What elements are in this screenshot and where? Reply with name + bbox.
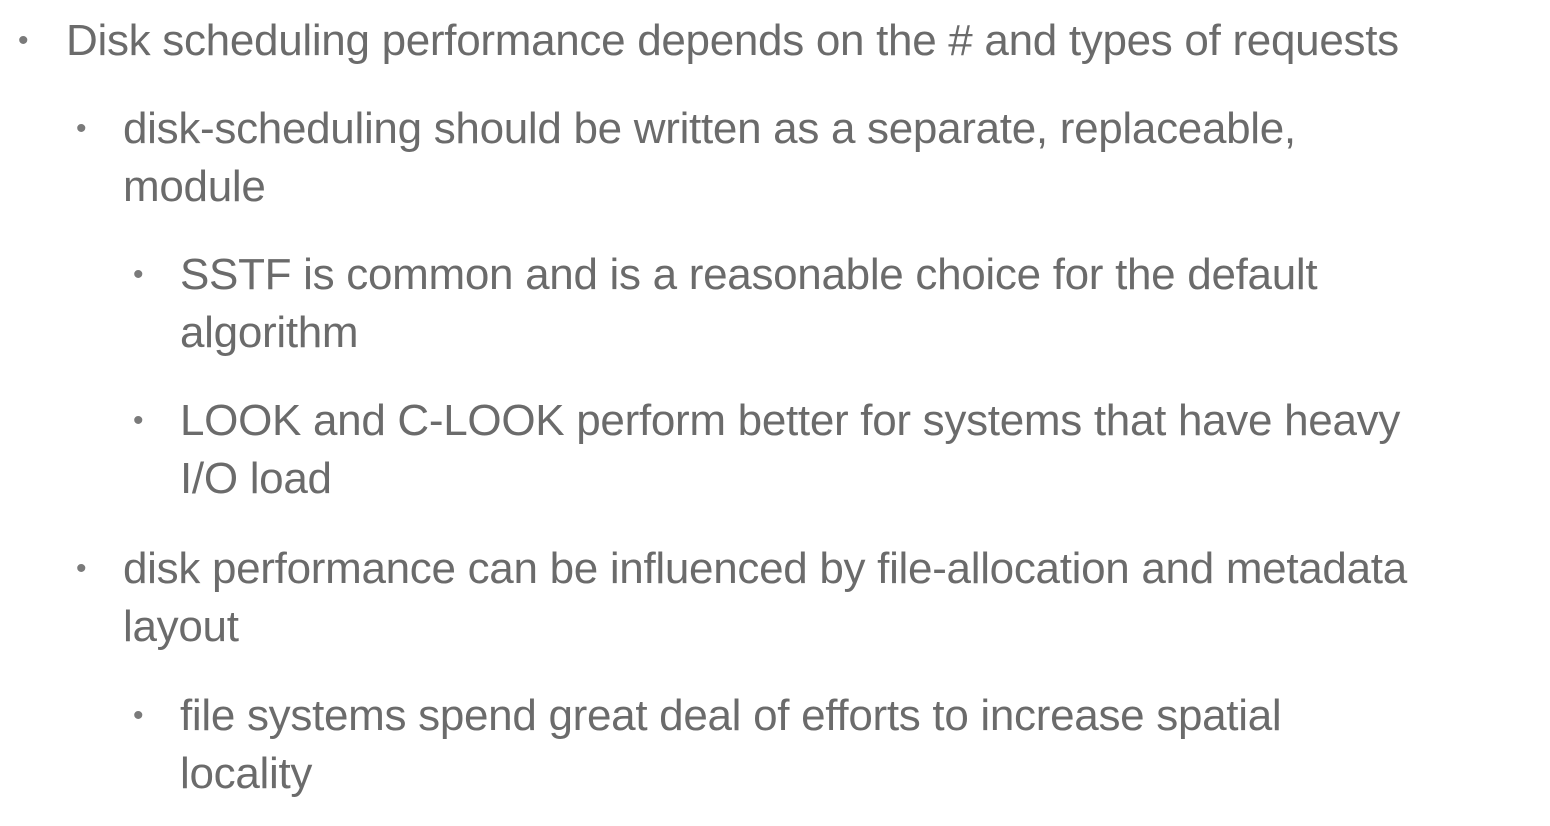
- bullet-line: disk performance can be influenced by fi…: [123, 544, 1407, 593]
- bullet-level-3: SSTF is common and is a reasonable choic…: [180, 246, 1318, 362]
- bullet-line: disk-scheduling should be written as a s…: [123, 104, 1296, 153]
- bullet-level-1: Disk scheduling performance depends on t…: [66, 12, 1399, 70]
- bullet-marker: •: [133, 258, 144, 291]
- bullet-line: module: [123, 162, 266, 211]
- bullet-marker: •: [133, 699, 144, 732]
- bullet-line: algorithm: [180, 308, 359, 357]
- slide: • Disk scheduling performance depends on…: [0, 0, 1550, 826]
- bullet-marker: •: [76, 112, 87, 145]
- bullet-line: layout: [123, 602, 239, 651]
- bullet-line: SSTF is common and is a reasonable choic…: [180, 250, 1318, 299]
- bullet-line: LOOK and C-LOOK perform better for syste…: [180, 396, 1401, 445]
- bullet-level-3: LOOK and C-LOOK perform better for syste…: [180, 392, 1400, 508]
- bullet-level-2: disk-scheduling should be written as a s…: [123, 100, 1296, 216]
- bullet-level-2: disk performance can be influenced by fi…: [123, 540, 1407, 656]
- bullet-line: Disk scheduling performance depends on t…: [66, 16, 1399, 65]
- bullet-line: locality: [180, 749, 313, 798]
- bullet-marker: •: [76, 552, 87, 585]
- bullet-line: I/O load: [180, 454, 332, 503]
- bullet-line: file systems spend great deal of efforts…: [180, 691, 1282, 740]
- bullet-marker: •: [133, 404, 144, 437]
- bullet-level-3: file systems spend great deal of efforts…: [180, 687, 1282, 803]
- bullet-marker: •: [18, 24, 29, 57]
